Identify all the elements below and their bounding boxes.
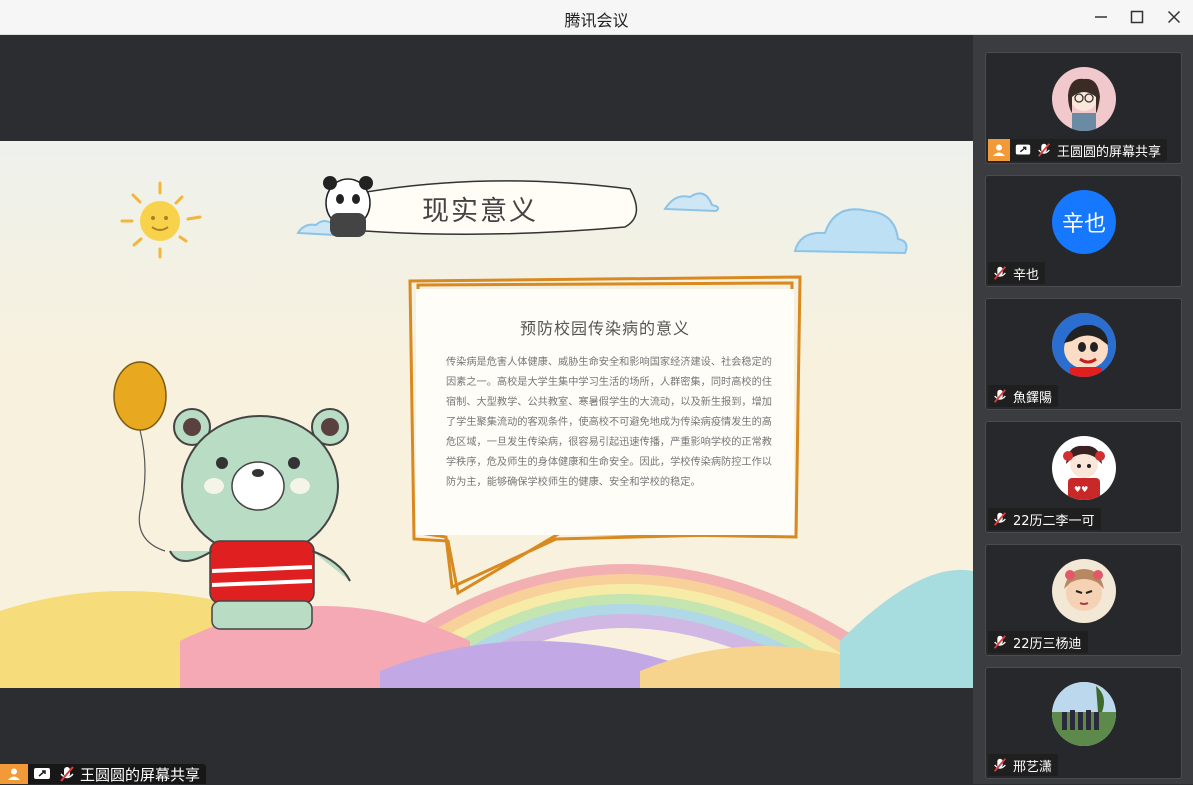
cartoon-girl-avatar: ♥♥ — [1052, 436, 1116, 500]
bear-icon — [169, 408, 351, 630]
participant-name: 辛也 — [1013, 267, 1040, 283]
group-photo-avatar — [1052, 682, 1116, 746]
mic-muted-icon — [993, 635, 1007, 649]
card-heading: 预防校园传染病的意义 — [519, 319, 690, 338]
participant-name-tag: 22历三杨迪 — [988, 631, 1088, 653]
crayon-shinchan-avatar — [1052, 313, 1116, 377]
participant-name-tag: 22历二李一可 — [988, 508, 1101, 530]
girl-glasses-avatar — [1052, 67, 1116, 131]
close-button[interactable] — [1163, 6, 1185, 28]
participant-name-tag: 王圆圆的屏幕共享 — [988, 139, 1168, 161]
content-card: 预防校园传染病的意义 传染病是危害人体健康、威胁生命安全和影响国家经济建设、社会… — [416, 289, 794, 535]
title-bar: 腾讯会议 — [0, 0, 1193, 35]
mic-muted-icon — [1037, 143, 1051, 157]
participant-tile[interactable]: 22历三杨迪 — [985, 544, 1182, 656]
sun-icon — [120, 181, 202, 259]
minimize-button[interactable] — [1090, 6, 1112, 28]
text-avatar: 辛也 — [1052, 190, 1116, 254]
maximize-button[interactable] — [1126, 6, 1148, 28]
maximize-icon — [1130, 10, 1144, 24]
anime-character-avatar — [1052, 559, 1116, 623]
participant-name: 魚鐸陽 — [1013, 390, 1053, 406]
screen-share-icon — [1015, 144, 1031, 155]
mic-muted-icon — [993, 266, 1007, 280]
presenter-label: 王圆圆的屏幕共享 — [80, 765, 201, 784]
slide-title-banner: 现实意义 — [322, 175, 642, 241]
shared-slide: 现实意义 预防校园传染病的意义 传染病是危害人体健康、威胁生命安全和影响国家经济… — [0, 141, 973, 688]
card-body: 传染病是危害人体健康、威胁生命安全和影响国家经济建设、社会稳定的因素之一。高校是… — [446, 357, 772, 488]
participant-tile[interactable]: 魚鐸陽 — [985, 298, 1182, 410]
mic-muted-icon — [60, 766, 74, 782]
participant-tile[interactable]: ♥♥ 22历二李一可 — [985, 421, 1182, 533]
presenter-bar: 王圆圆的屏幕共享 — [0, 764, 207, 784]
window-title: 腾讯会议 — [564, 11, 629, 30]
participant-tile[interactable]: 王圆圆的屏幕共享 — [985, 52, 1182, 164]
participant-tile[interactable]: 辛也 辛也 — [985, 175, 1182, 287]
participant-name: 22历二李一可 — [1013, 513, 1095, 529]
participant-name: 邢艺潇 — [1013, 759, 1053, 775]
participant-name-tag: 邢艺潇 — [988, 754, 1059, 776]
close-icon — [1167, 10, 1181, 24]
svg-text:♥♥: ♥♥ — [1074, 485, 1088, 494]
participant-name: 22历三杨迪 — [1013, 636, 1082, 652]
balloon-icon — [113, 361, 167, 552]
mic-muted-icon — [993, 389, 1007, 403]
slide-title: 现实意义 — [422, 196, 538, 227]
participant-tile[interactable]: 邢艺潇 — [985, 667, 1182, 779]
participant-name-tag: 魚鐸陽 — [988, 385, 1059, 407]
participant-name-tag: 辛也 — [988, 262, 1046, 284]
minimize-icon — [1095, 16, 1107, 18]
mic-muted-icon — [993, 758, 1007, 772]
participant-sidebar[interactable]: 王圆圆的屏幕共享 辛也 辛也 魚鐸陽 ♥♥ 22历二李一可 22历三杨迪 邢艺潇 — [973, 35, 1193, 784]
shared-screen-area[interactable]: 现实意义 预防校园传染病的意义 传染病是危害人体健康、威胁生命安全和影响国家经济… — [0, 35, 973, 784]
participant-name: 王圆圆的屏幕共享 — [1057, 144, 1162, 160]
screen-share-icon — [34, 768, 50, 779]
person-icon — [0, 764, 28, 784]
mic-muted-icon — [993, 512, 1007, 526]
person-icon — [988, 139, 1010, 161]
